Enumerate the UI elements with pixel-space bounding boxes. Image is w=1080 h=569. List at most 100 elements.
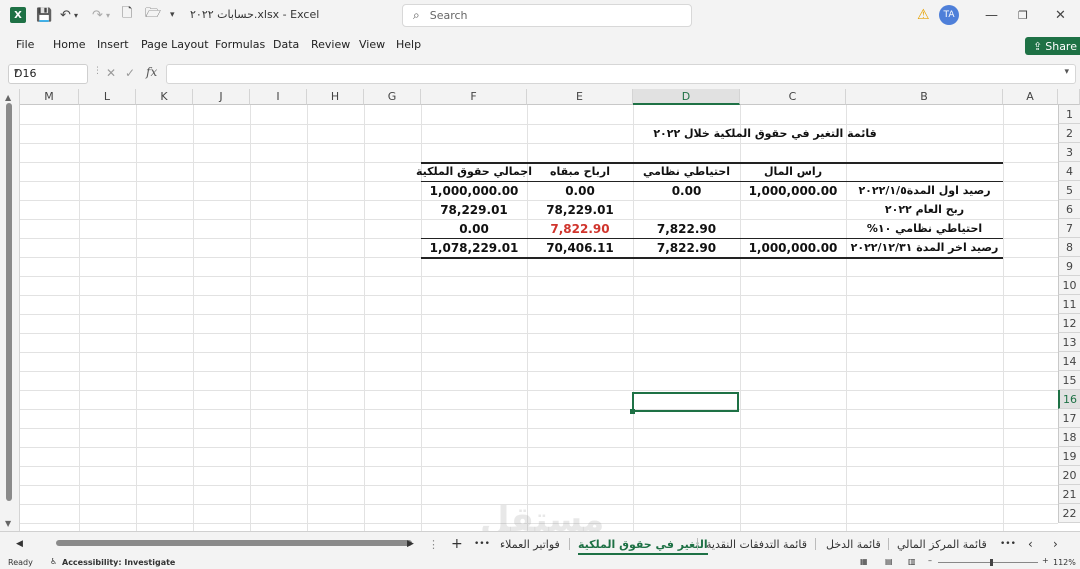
row-header-14[interactable]: 14 — [1058, 352, 1080, 371]
menu-insert[interactable]: Insert — [97, 38, 129, 51]
column-header-l[interactable]: L — [79, 89, 136, 105]
scroll-left-icon[interactable]: ◀ — [16, 535, 23, 553]
scroll-up-icon[interactable]: ▲ — [5, 93, 11, 102]
row-header-18[interactable]: 18 — [1058, 428, 1080, 447]
column-header-a[interactable]: A — [1003, 89, 1058, 105]
formula-input[interactable]: ▾ — [166, 64, 1076, 84]
redo-icon[interactable]: ↷ — [92, 6, 103, 24]
row-header-10[interactable]: 10 — [1058, 276, 1080, 295]
row-header-5[interactable]: 5 — [1058, 181, 1080, 200]
row-header-19[interactable]: 19 — [1058, 447, 1080, 466]
cell-c8[interactable]: 1,000,000.00 — [740, 238, 846, 257]
column-header-e[interactable]: E — [527, 89, 633, 105]
row-header-15[interactable]: 15 — [1058, 371, 1080, 390]
row-header-20[interactable]: 20 — [1058, 466, 1080, 485]
customize-toolbar-icon[interactable]: ▾ — [170, 6, 175, 24]
cell-f7[interactable]: 0.00 — [421, 219, 527, 238]
tab-equity-changes[interactable]: التغير في حقوق الملكية — [578, 535, 708, 555]
name-box[interactable]: D16 ▾ — [8, 64, 88, 84]
row-header-11[interactable]: 11 — [1058, 295, 1080, 314]
restore-icon[interactable]: ❐ — [1018, 6, 1028, 24]
row-header-7[interactable]: 7 — [1058, 219, 1080, 238]
column-header-j[interactable]: J — [193, 89, 250, 105]
row-header-21[interactable]: 21 — [1058, 485, 1080, 504]
undo-dropdown-icon[interactable]: ▾ — [74, 6, 78, 24]
zoom-slider[interactable] — [938, 559, 1038, 566]
column-header-g[interactable]: G — [364, 89, 421, 105]
menu-review[interactable]: Review — [311, 38, 350, 51]
cell-d8[interactable]: 7,822.90 — [633, 238, 740, 257]
cell-e6[interactable]: 78,229.01 — [527, 200, 633, 219]
row-header-8[interactable]: 8 — [1058, 238, 1080, 257]
column-header-k[interactable]: K — [136, 89, 193, 105]
search-box[interactable]: ⌕ Search — [402, 4, 692, 27]
page-break-view-icon[interactable]: ▥ — [908, 557, 916, 566]
tab-balance-sheet[interactable]: قائمة المركز المالي — [897, 535, 987, 553]
avatar[interactable]: TA — [939, 5, 959, 25]
tab-next-icon[interactable]: › — [1053, 535, 1058, 553]
column-header-c[interactable]: C — [740, 89, 846, 105]
enter-icon[interactable]: ✓ — [125, 66, 135, 80]
cell-f5[interactable]: 1,000,000.00 — [421, 181, 527, 200]
row-header-12[interactable]: 12 — [1058, 314, 1080, 333]
menu-data[interactable]: Data — [273, 38, 299, 51]
fill-handle[interactable] — [630, 409, 635, 414]
row-header-6[interactable]: 6 — [1058, 200, 1080, 219]
page-layout-view-icon[interactable]: ▤ — [885, 557, 893, 566]
undo-icon[interactable]: ↶ — [60, 6, 71, 24]
zoom-in-icon[interactable]: + — [1042, 556, 1049, 565]
worksheet-grid[interactable]: ▲ ▼ M L K J I H G F E D C B A 1 2 3 4 5 … — [0, 89, 1080, 531]
tab-customer-invoices[interactable]: فواتير العملاء — [500, 535, 560, 553]
minimize-icon[interactable]: — — [985, 6, 998, 24]
menu-home[interactable]: Home — [53, 38, 85, 51]
row-header-2[interactable]: 2 — [1058, 124, 1080, 143]
cell-f6[interactable]: 78,229.01 — [421, 200, 527, 219]
tab-cash-flow[interactable]: قائمة التدفقات النقدية — [706, 535, 807, 553]
cell-e7[interactable]: 7,822.90 — [527, 219, 633, 238]
zoom-slider-handle[interactable] — [990, 559, 993, 566]
column-header-h[interactable]: H — [307, 89, 364, 105]
scroll-down-icon[interactable]: ▼ — [5, 519, 11, 528]
column-header-m[interactable]: M — [20, 89, 79, 105]
tab-income-statement[interactable]: قائمة الدخل — [826, 535, 881, 553]
menu-formulas[interactable]: Formulas — [215, 38, 265, 51]
menu-view[interactable]: View — [359, 38, 385, 51]
row-header-22[interactable]: 22 — [1058, 504, 1080, 523]
expand-formula-bar-icon[interactable]: ▾ — [1064, 67, 1069, 77]
redo-dropdown-icon[interactable]: ▾ — [106, 6, 110, 24]
horizontal-scroll-thumb[interactable] — [56, 540, 412, 546]
cancel-icon[interactable]: ✕ — [106, 66, 116, 80]
row-header-13[interactable]: 13 — [1058, 333, 1080, 352]
share-button[interactable]: ⇪ Share — [1025, 37, 1080, 55]
cell-d7[interactable]: 7,822.90 — [633, 219, 740, 238]
more-options-icon[interactable]: ⋮ — [93, 66, 102, 76]
close-icon[interactable]: ✕ — [1055, 6, 1066, 24]
tabs-more-left[interactable]: ••• — [474, 535, 490, 553]
column-header-i[interactable]: I — [250, 89, 307, 105]
add-sheet-button[interactable]: + — [451, 535, 463, 553]
cell-d5[interactable]: 0.00 — [633, 181, 740, 200]
menu-help[interactable]: Help — [396, 38, 421, 51]
tabs-more-right[interactable]: ••• — [1000, 535, 1016, 553]
tab-prev-icon[interactable]: ‹ — [1028, 535, 1033, 553]
zoom-level[interactable]: 112% — [1053, 558, 1076, 567]
select-all-corner[interactable] — [1058, 89, 1080, 105]
column-header-f[interactable]: F — [421, 89, 527, 105]
accessibility-status[interactable]: Accessibility: Investigate — [62, 558, 175, 567]
row-header-1[interactable]: 1 — [1058, 105, 1080, 124]
open-folder-icon[interactable]: 🗁 — [145, 6, 161, 24]
row-header-17[interactable]: 17 — [1058, 409, 1080, 428]
vertical-scrollbar[interactable]: ▲ ▼ — [0, 89, 20, 531]
tab-splitter-icon[interactable]: ⋮ — [428, 535, 439, 553]
row-header-9[interactable]: 9 — [1058, 257, 1080, 276]
cell-f8[interactable]: 1,078,229.01 — [421, 238, 527, 257]
vertical-scroll-thumb[interactable] — [6, 103, 12, 501]
zoom-out-icon[interactable]: – — [928, 556, 932, 565]
active-cell-d16[interactable] — [630, 392, 739, 414]
menu-page-layout[interactable]: Page Layout — [141, 38, 209, 51]
warning-icon[interactable]: ⚠ — [917, 6, 930, 24]
scroll-right-icon[interactable]: ▶ — [407, 535, 414, 553]
cell-c5[interactable]: 1,000,000.00 — [740, 181, 846, 200]
new-file-icon[interactable]: 🗋 — [122, 6, 132, 24]
normal-view-icon[interactable]: ▦ — [860, 557, 868, 566]
